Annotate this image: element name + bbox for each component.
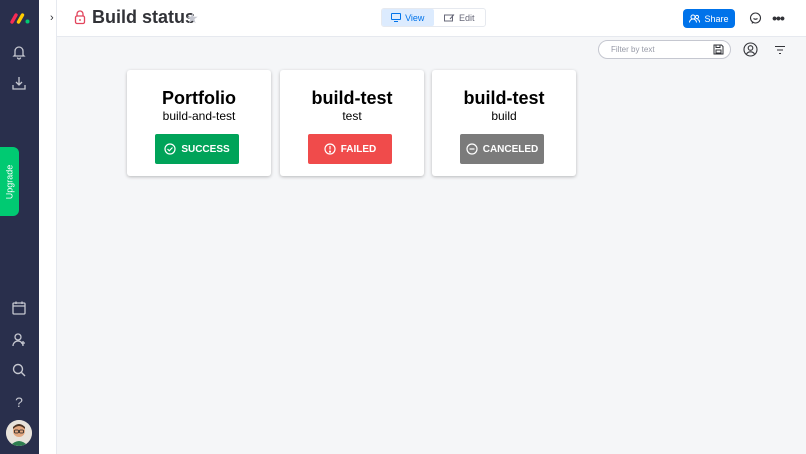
page-title[interactable]: Build status [92,7,195,28]
status-badge: SUCCESS [155,134,239,164]
status-badge: CANCELED [460,134,544,164]
card-subtitle: build-and-test [162,109,236,123]
help-icon[interactable]: ? [10,393,28,411]
status-label: CANCELED [482,143,539,155]
build-card[interactable]: Portfolio build-and-test SUCCESS [127,70,271,176]
view-edit-toggle: View Edit [381,8,486,27]
build-card[interactable]: build-test test FAILED [280,70,424,176]
card-title: build-test [463,88,545,108]
tab-view-label: View [405,12,425,23]
avatar[interactable] [6,420,32,446]
minus-circle-icon [466,143,478,155]
search-icon[interactable] [10,361,28,379]
card-title: Portfolio [162,88,236,108]
share-label: Share [704,13,729,24]
notifications-bell-icon[interactable] [10,43,28,61]
left-nav: Upgrade ? [0,0,39,454]
tab-edit-label: Edit [458,12,475,23]
filter-icon[interactable] [771,41,788,58]
person-filter-icon[interactable] [742,41,759,58]
status-label: SUCCESS [181,143,230,155]
lock-icon [74,10,86,25]
upgrade-label: Upgrade [4,164,15,199]
check-circle-icon [164,143,176,155]
tab-edit[interactable]: Edit [434,9,486,26]
alert-circle-icon [324,143,336,155]
status-label: FAILED [340,143,377,155]
card-subtitle: build [491,109,517,123]
more-options-icon[interactable]: ••• [771,10,785,26]
updates-chat-icon[interactable] [748,11,762,25]
tab-view[interactable]: View [382,9,434,26]
edit-pencil-icon [443,14,455,22]
upgrade-button[interactable]: Upgrade [0,147,19,216]
status-badge: FAILED [308,134,392,164]
save-icon[interactable] [713,44,724,55]
inbox-download-icon[interactable] [10,74,28,92]
star-icon[interactable]: ★ [186,10,199,27]
share-button[interactable]: Share [683,9,735,28]
card-title: build-test [311,88,393,108]
calendar-icon[interactable] [10,299,28,317]
users-icon [689,14,701,23]
invite-user-icon[interactable] [10,331,28,349]
monday-logo-icon[interactable] [9,11,31,25]
filter-search-input[interactable]: Filter by text [598,40,731,59]
card-subtitle: test [342,109,362,123]
build-card[interactable]: build-test build CANCELED [432,70,576,176]
collapse-column [39,0,57,454]
monitor-icon [391,13,402,22]
filter-placeholder: Filter by text [611,45,655,54]
